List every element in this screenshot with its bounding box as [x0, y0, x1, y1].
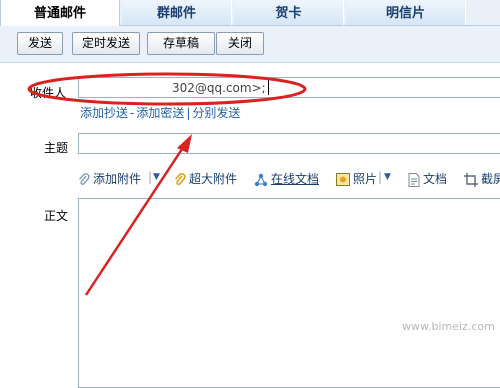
- annotation-arrowhead: [177, 134, 192, 153]
- highlight-ellipse: [27, 72, 307, 106]
- watermark-text: www.bimeiz.com: [402, 320, 495, 333]
- annotation-arrow-shaft: [84, 145, 186, 296]
